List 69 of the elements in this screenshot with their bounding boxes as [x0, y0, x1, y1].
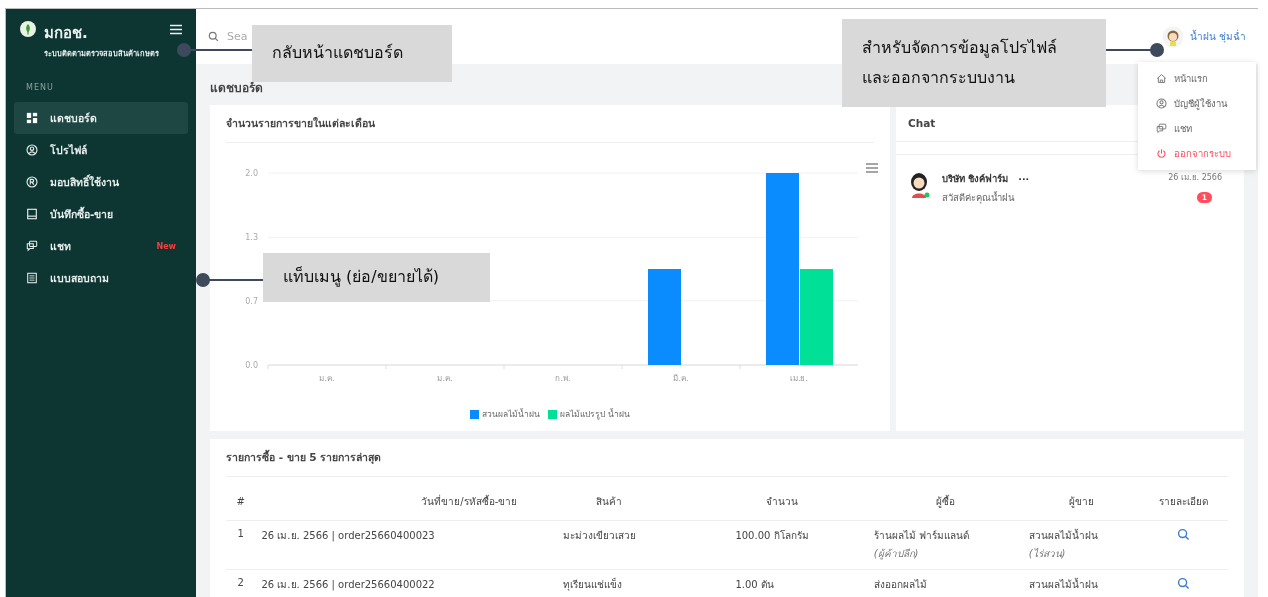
chat-message: สวัสดีค่ะคุณน้ำฝน — [942, 190, 1016, 205]
registered-icon — [26, 176, 38, 188]
table-cell: 1 — [226, 520, 256, 570]
table-cell: 26 เม.ย. 2566 | order25660400023 — [255, 520, 524, 570]
y-tick-label: 1.3 — [245, 233, 258, 243]
user-circle-icon — [1156, 98, 1167, 109]
column-header: ผู้ซื้อ — [867, 483, 1023, 521]
avatar-icon — [1161, 25, 1184, 48]
search-icon[interactable] — [208, 31, 219, 42]
brand-name: มกอช. — [44, 23, 89, 44]
page-title: แดชบอร์ด — [210, 80, 263, 97]
menu-section-label: MENU — [26, 83, 55, 92]
legend-item[interactable]: สวนผลไม้น้ำฝน — [470, 407, 541, 421]
sidebar-item[interactable]: แชท New — [14, 230, 188, 262]
table-cell: 100.00 กิโลกรัม — [695, 520, 868, 570]
avatar-icon — [908, 171, 932, 199]
list-form-icon — [26, 272, 38, 284]
column-header: ผู้ขาย — [1022, 483, 1140, 521]
table-cell: สวนผลไม้น้ำฝน — [1022, 569, 1140, 597]
table-cell: 26 เม.ย. 2566 | order25660400022 — [255, 569, 524, 597]
table-title: รายการซื้อ - ขาย 5 รายการล่าสุด — [226, 449, 1228, 477]
more-text: ... — [1018, 171, 1030, 184]
chart-title: จำนวนรายการขายในแต่ละเดือน — [226, 115, 874, 143]
chat-icon — [26, 240, 38, 252]
view-details-icon[interactable] — [1177, 577, 1191, 590]
table-cell: ทุเรียนแช่แข็ง — [523, 569, 696, 597]
table-cell: 2 — [226, 569, 256, 597]
column-header: วันที่ขาย/รหัสซื้อ-ขาย — [255, 483, 524, 521]
dashboard-icon — [26, 112, 38, 124]
annotation-callout: สำหรับจัดการข้อมูลโปรไฟล์ และออกจากระบบงาน — [842, 19, 1106, 107]
chat-icon — [1156, 123, 1167, 134]
table-cell: ร้านผลไม้ ฟาร์มแลนด์ (ผู้ค้าปลีก) — [867, 520, 1023, 570]
y-tick-label: 0.7 — [245, 296, 258, 306]
column-header: # — [226, 483, 256, 521]
column-header: จำนวน — [695, 483, 868, 521]
table-cell: ส่งออกผลไม้ — [867, 569, 1023, 597]
sidebar-item[interactable]: มอบสิทธิ์ใช้งาน — [14, 166, 188, 198]
new-label: New — [156, 241, 176, 251]
annotation-callout: แท็บเมนู (ย่อ/ขยายได้) — [263, 253, 490, 302]
view-details-icon[interactable] — [1177, 528, 1191, 541]
sidebar-item[interactable]: บันทึกซื้อ-ขาย — [14, 198, 188, 230]
power-icon — [1156, 148, 1167, 159]
sidebar-item[interactable]: โปรไฟล์ — [14, 134, 188, 166]
dropdown-item[interactable]: หน้าแรก — [1138, 66, 1256, 91]
x-tick-label: มี.ค. — [673, 374, 689, 383]
x-tick-label: ก.พ. — [555, 374, 571, 383]
y-tick-label: 2.0 — [245, 169, 258, 178]
sidebar-item[interactable]: แดชบอร์ด — [14, 102, 188, 134]
user-circle-icon — [26, 144, 38, 156]
x-tick-label: เม.ย. — [789, 374, 809, 383]
dropdown-item[interactable]: บัญชีผู้ใช้งาน — [1138, 91, 1256, 116]
column-header: รายละเอียด — [1139, 483, 1228, 521]
leaf-logo-icon[interactable] — [20, 21, 36, 37]
home-icon — [1156, 73, 1167, 84]
table-cell: 1.00 ตัน — [695, 569, 868, 597]
book-icon — [26, 208, 38, 220]
user-menu-toggle[interactable]: น้ำฝน ชุ่มฉ่ำ — [1161, 25, 1246, 48]
chat-date: 26 เม.ย. 2566 — [1168, 172, 1222, 184]
table-cell: มะม่วงเขียวเสวย — [523, 520, 696, 570]
table-cell: สวนผลไม้น้ำฝน (ไร่สวน) — [1022, 520, 1140, 570]
dropdown-item[interactable]: ออกจากระบบ — [1138, 141, 1256, 166]
sidebar-item[interactable]: แบบสอบถาม — [14, 262, 188, 294]
x-tick-label: ม.ค. — [437, 374, 453, 383]
chat-contact-name: บริษัท ชิงค์ฟาร์ม — [942, 172, 1009, 186]
annotation-callout: กลับหน้าแดชบอร์ด — [252, 25, 452, 82]
y-tick-label: 0.0 — [245, 361, 258, 370]
column-header: สินค้า — [523, 483, 696, 521]
x-tick-label: ม.ค. — [319, 374, 335, 383]
legend-item[interactable]: ผลไม้แปรรูป น้ำฝน — [548, 407, 630, 421]
